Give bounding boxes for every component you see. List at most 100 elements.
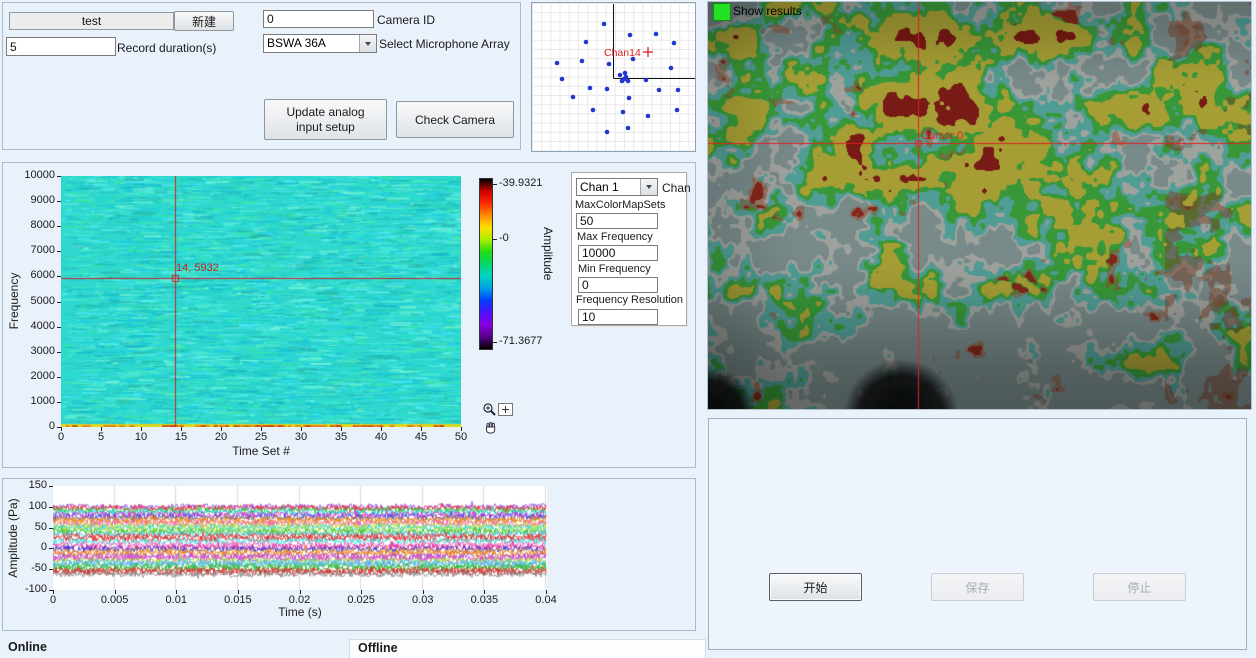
y-tick-label: 9000 (11, 194, 55, 206)
y-tick-mark (57, 402, 61, 403)
max-frequency-input[interactable] (578, 245, 658, 261)
dropdown-arrow-button[interactable] (359, 35, 376, 52)
mic-point (560, 77, 565, 82)
x-tick-label: 0.035 (468, 594, 500, 606)
y-tick-mark (57, 201, 61, 202)
x-tick-label: 0.005 (99, 594, 131, 606)
mic-point (669, 66, 674, 71)
channel-dropdown[interactable]: Chan 1 (576, 178, 658, 196)
x-tick-label: 5 (89, 431, 113, 443)
mic-point (618, 73, 623, 78)
dropdown-arrow-button[interactable] (640, 179, 657, 195)
channel-label: Chan (662, 181, 691, 195)
y-tick-mark (57, 302, 61, 303)
x-tick-mark (238, 590, 239, 594)
x-tick-label: 50 (449, 431, 473, 443)
x-tick-mark (421, 427, 422, 431)
y-tick-mark (57, 276, 61, 277)
y-tick-mark (49, 569, 53, 570)
mic-point (672, 41, 677, 46)
y-tick-mark (57, 226, 61, 227)
y-tick-mark (57, 176, 61, 177)
actions-panel: 开始 保存 停止 (708, 418, 1247, 650)
y-tick-mark (49, 486, 53, 487)
show-results-indicator[interactable] (713, 3, 731, 21)
mic-point (627, 96, 632, 101)
x-tick-label: 0.015 (222, 594, 254, 606)
camera-id-input[interactable] (263, 10, 374, 28)
colorbar-axis-label: Amplitude (541, 227, 555, 280)
y-tick-mark (49, 507, 53, 508)
chevron-down-icon (646, 185, 652, 189)
mic-point (675, 108, 680, 113)
y-tick-mark (57, 327, 61, 328)
y-tick-mark (49, 528, 53, 529)
waveform-plot[interactable] (53, 486, 547, 590)
pan-hand-icon[interactable] (483, 419, 498, 434)
max-colormap-input[interactable] (576, 213, 658, 229)
x-tick-mark (341, 427, 342, 431)
spectrogram-plot[interactable] (61, 176, 461, 427)
x-tick-label: 45 (409, 431, 433, 443)
colorbar-mid-label: -0 (499, 232, 509, 244)
y-tick-mark (57, 352, 61, 353)
waveform-xlabel: Time (s) (240, 605, 360, 619)
amplitude-colorbar[interactable] (479, 178, 493, 350)
mic-point (555, 61, 560, 66)
x-tick-mark (261, 427, 262, 431)
x-tick-label: 30 (289, 431, 313, 443)
start-button[interactable]: 开始 (769, 573, 862, 601)
waveform-panel: Amplitude (Pa) Time (s) 150100500-50-100… (2, 478, 696, 631)
min-frequency-label: Min Frequency (578, 263, 651, 275)
camera-cursor-label: Cursor 0 (921, 130, 963, 142)
mic-array-plot[interactable]: Chan14 (531, 2, 696, 152)
colorbar-max-label: -39.9321 (499, 177, 542, 189)
y-tick-label: 1000 (11, 395, 55, 407)
min-frequency-input[interactable] (578, 277, 658, 293)
y-tick-label: 5000 (11, 295, 55, 307)
check-camera-button[interactable]: Check Camera (396, 101, 514, 138)
camera-id-label: Camera ID (377, 13, 435, 27)
stop-button[interactable]: 停止 (1093, 573, 1186, 601)
spectrogram-cursor-label: 14, 5932 (176, 262, 219, 274)
y-tick-label: 150 (3, 479, 47, 491)
y-tick-label: 0 (3, 541, 47, 553)
beamforming-overlay-image[interactable] (708, 2, 1251, 409)
y-tick-label: 100 (3, 500, 47, 512)
update-analog-input-button[interactable]: Update analog input setup (264, 99, 387, 140)
new-project-button[interactable]: 新建 (174, 11, 234, 31)
y-tick-label: 4000 (11, 320, 55, 332)
x-tick-mark (176, 590, 177, 594)
colorbar-tick (493, 342, 497, 343)
mic-point (584, 40, 589, 45)
analysis-controls-panel: Chan 1 Chan MaxColorMapSets Max Frequenc… (571, 172, 687, 326)
x-tick-label: 0.03 (407, 594, 439, 606)
y-tick-mark (49, 548, 53, 549)
microphone-array-dropdown[interactable]: BSWA 36A (263, 34, 377, 53)
mic-point (621, 110, 626, 115)
save-button[interactable]: 保存 (931, 573, 1024, 601)
mic-point (605, 130, 610, 135)
mic-point (588, 86, 593, 91)
zoom-tool-icon[interactable] (482, 402, 498, 418)
mic-cursor-label: Chan14 (604, 47, 641, 59)
mic-point (626, 126, 631, 131)
mic-point (644, 78, 649, 83)
x-tick-mark (423, 590, 424, 594)
x-tick-mark (301, 427, 302, 431)
x-tick-label: 0.02 (284, 594, 316, 606)
mic-point (626, 79, 631, 84)
microphone-array-value: BSWA 36A (264, 35, 359, 52)
x-tick-mark (221, 427, 222, 431)
mic-point (623, 71, 628, 76)
project-name-field[interactable]: test (9, 12, 174, 30)
mic-point (591, 108, 596, 113)
x-tick-mark (300, 590, 301, 594)
spectrogram-xlabel: Time Set # (201, 444, 321, 458)
y-tick-label: -50 (3, 562, 47, 574)
record-duration-input[interactable] (6, 37, 116, 56)
frequency-resolution-input[interactable] (578, 309, 658, 325)
zoom-plus-icon[interactable] (498, 403, 513, 416)
mic-point (580, 59, 585, 64)
x-tick-mark (546, 590, 547, 594)
